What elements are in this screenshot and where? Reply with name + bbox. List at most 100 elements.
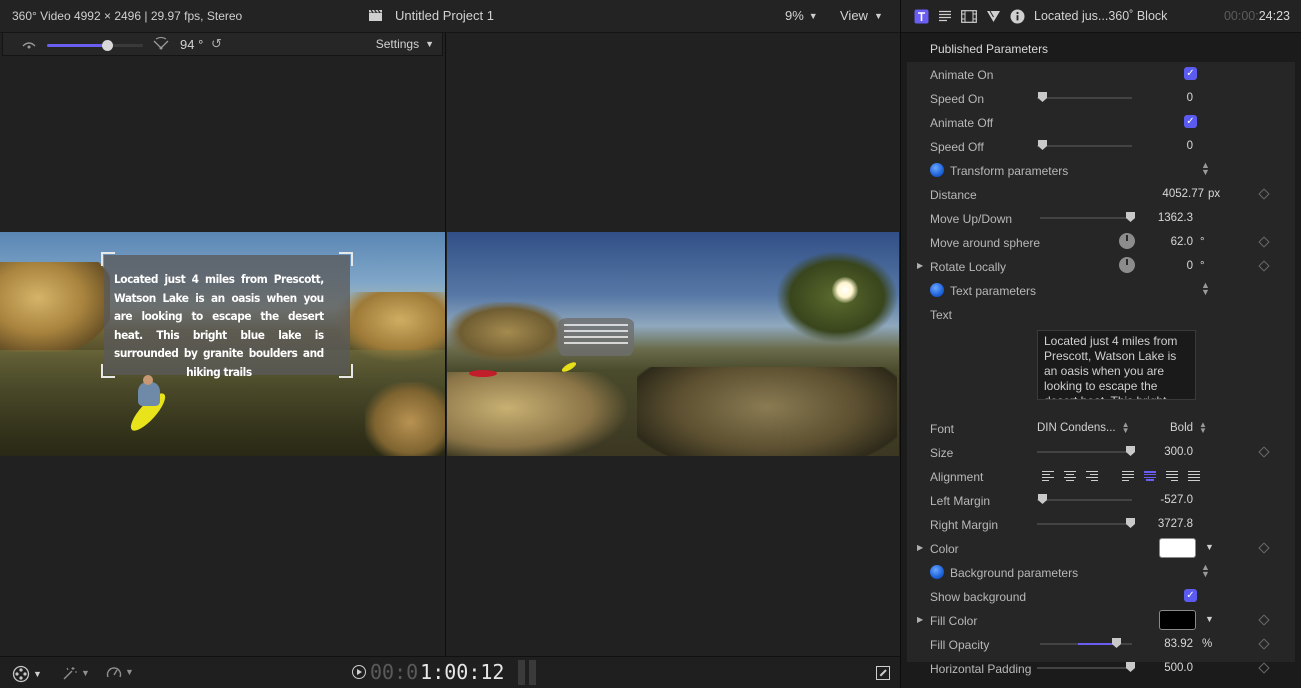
timecode-display[interactable]: 00:0 1:00:12 [352,660,504,684]
align-right-icon[interactable] [1081,470,1103,482]
disclosure-triangle-icon[interactable]: ▶ [917,261,923,270]
keyframe-diamond-icon[interactable] [1258,236,1270,248]
size-slider[interactable] [1037,446,1135,456]
param-group-background[interactable]: Background parameters ▲ ▼ [907,560,1295,584]
angle-dial[interactable] [1119,257,1135,273]
published-parameters-panel: Animate On ✓ Speed On 0 Animate Off ✓ Sp… [907,62,1295,676]
slider-thumb[interactable] [1126,662,1135,672]
fov-slider-knob[interactable] [101,40,113,51]
equirectangular-view-image[interactable] [447,232,899,456]
onscreen-corner-handle[interactable] [101,252,115,266]
viewer-split-divider [445,33,446,656]
reset-angle-icon[interactable]: ↺ [211,36,222,52]
size-value[interactable]: 300.0 [1164,446,1193,458]
rocks-decoration [447,302,567,362]
filter-inspector-tab[interactable] [985,8,1001,24]
fill-opacity-value[interactable]: 83.92 [1164,638,1193,650]
speed-off-slider[interactable] [1037,140,1132,150]
show-background-checkbox[interactable]: ✓ [1184,589,1197,602]
play-icon[interactable] [352,665,366,679]
project-title: Untitled Project 1 [395,8,494,23]
right-margin-value[interactable]: 3727.8 [1158,518,1193,530]
move-updown-value[interactable]: 1362.3 [1158,212,1193,224]
param-group-transform[interactable]: Transform parameters ▲ ▼ [907,158,1295,182]
keyframe-diamond-icon[interactable] [1258,542,1270,554]
justify-center-icon[interactable] [1139,470,1161,482]
slider-thumb[interactable] [1126,446,1135,456]
onscreen-corner-handle[interactable] [339,252,353,266]
param-group-text[interactable]: Text parameters ▲ ▼ [907,278,1295,302]
animate-off-checkbox[interactable]: ✓ [1184,115,1197,128]
speed-on-slider[interactable] [1037,92,1132,102]
onscreen-corner-handle[interactable] [101,364,115,378]
left-margin-slider[interactable] [1037,494,1132,504]
slider-thumb[interactable] [1126,212,1135,222]
animate-on-checkbox[interactable]: ✓ [1184,67,1197,80]
param-row-size: Size 300.0 [907,440,1295,464]
fov-slider[interactable] [47,40,143,51]
slider-thumb[interactable] [1038,494,1047,504]
chevron-down-icon[interactable]: ▼ [1205,614,1214,624]
justify-left-icon[interactable] [1117,470,1139,482]
align-left-icon[interactable] [1037,470,1059,482]
horizontal-padding-value[interactable]: 500.0 [1164,662,1193,674]
keyframe-diamond-icon[interactable] [1258,662,1270,674]
updown-arrows-icon[interactable]: ▲ ▼ [1201,563,1210,579]
keyframe-diamond-icon[interactable] [1258,638,1270,650]
fullscreen-icon[interactable] [876,666,890,680]
font-weight-popup[interactable]: Bold ▲ ▼ [1170,421,1207,435]
updown-arrows-icon[interactable]: ▲ ▼ [1201,281,1210,297]
angle-dial[interactable] [1119,233,1135,249]
keyframe-diamond-icon[interactable] [1258,446,1270,458]
keyframe-diamond-icon[interactable] [1258,614,1270,626]
enhance-menu[interactable]: ▼ [62,665,90,681]
param-row-move-updown: Move Up/Down 1362.3 [907,206,1295,230]
slider-thumb[interactable] [1126,518,1135,528]
right-margin-slider[interactable] [1037,518,1135,528]
view-menu[interactable]: View ▼ [840,8,883,23]
360-text-block-overlay[interactable]: Located just 4 miles from Prescott, Wats… [101,252,353,379]
slider-thumb[interactable] [1038,140,1047,150]
film-reel-icon [12,665,30,683]
info-inspector-tab[interactable] [1009,8,1025,24]
param-label: Speed On [930,92,985,106]
chevron-down-icon[interactable]: ▼ [1205,542,1214,552]
disclosure-triangle-icon[interactable]: ▶ [917,615,923,624]
move-updown-slider[interactable] [1040,212,1135,222]
rocks-decoration [447,372,627,456]
param-label: Horizontal Padding [930,662,1032,676]
param-label: Color [930,542,959,556]
rotate-locally-value[interactable]: 0 [1187,260,1193,272]
text-inspector-tab[interactable] [937,8,953,24]
move-sphere-value[interactable]: 62.0 [1171,236,1193,248]
speed-on-value[interactable]: 0 [1187,92,1193,104]
transform-menu[interactable]: ▼ [12,665,42,683]
text-color-swatch[interactable] [1159,538,1196,558]
param-label: Right Margin [930,518,999,532]
distance-value[interactable]: 4052.77 [1162,188,1204,200]
fill-opacity-slider[interactable] [1040,638,1132,648]
justify-full-icon[interactable] [1183,470,1205,482]
disclosure-triangle-icon[interactable]: ▶ [917,543,923,552]
left-margin-value[interactable]: -527.0 [1160,494,1193,506]
speed-off-value[interactable]: 0 [1187,140,1193,152]
duration-leading: 00:00: [1223,9,1259,23]
zoom-popup[interactable]: 9% ▼ [785,8,818,23]
justify-right-icon[interactable] [1161,470,1183,482]
video-inspector-tab[interactable] [961,8,977,24]
slider-thumb[interactable] [1038,92,1047,102]
keyframe-diamond-icon[interactable] [1258,260,1270,272]
param-row-text: Text [907,302,1295,326]
viewer-settings-menu[interactable]: Settings ▼ [376,37,434,51]
horizontal-padding-slider[interactable] [1037,662,1135,672]
fill-color-swatch[interactable] [1159,610,1196,630]
keyframe-diamond-icon[interactable] [1258,188,1270,200]
title-inspector-tab[interactable] [913,8,929,24]
text-field[interactable]: Located just 4 miles from Prescott, Wats… [1037,330,1196,400]
updown-arrows-icon[interactable]: ▲ ▼ [1201,161,1210,177]
onscreen-corner-handle[interactable] [339,364,353,378]
font-family-popup[interactable]: DIN Condens... ▲ ▼ [1037,421,1130,435]
slider-thumb[interactable] [1112,638,1121,648]
retime-menu[interactable]: ▼ [106,665,134,679]
align-center-icon[interactable] [1059,470,1081,482]
